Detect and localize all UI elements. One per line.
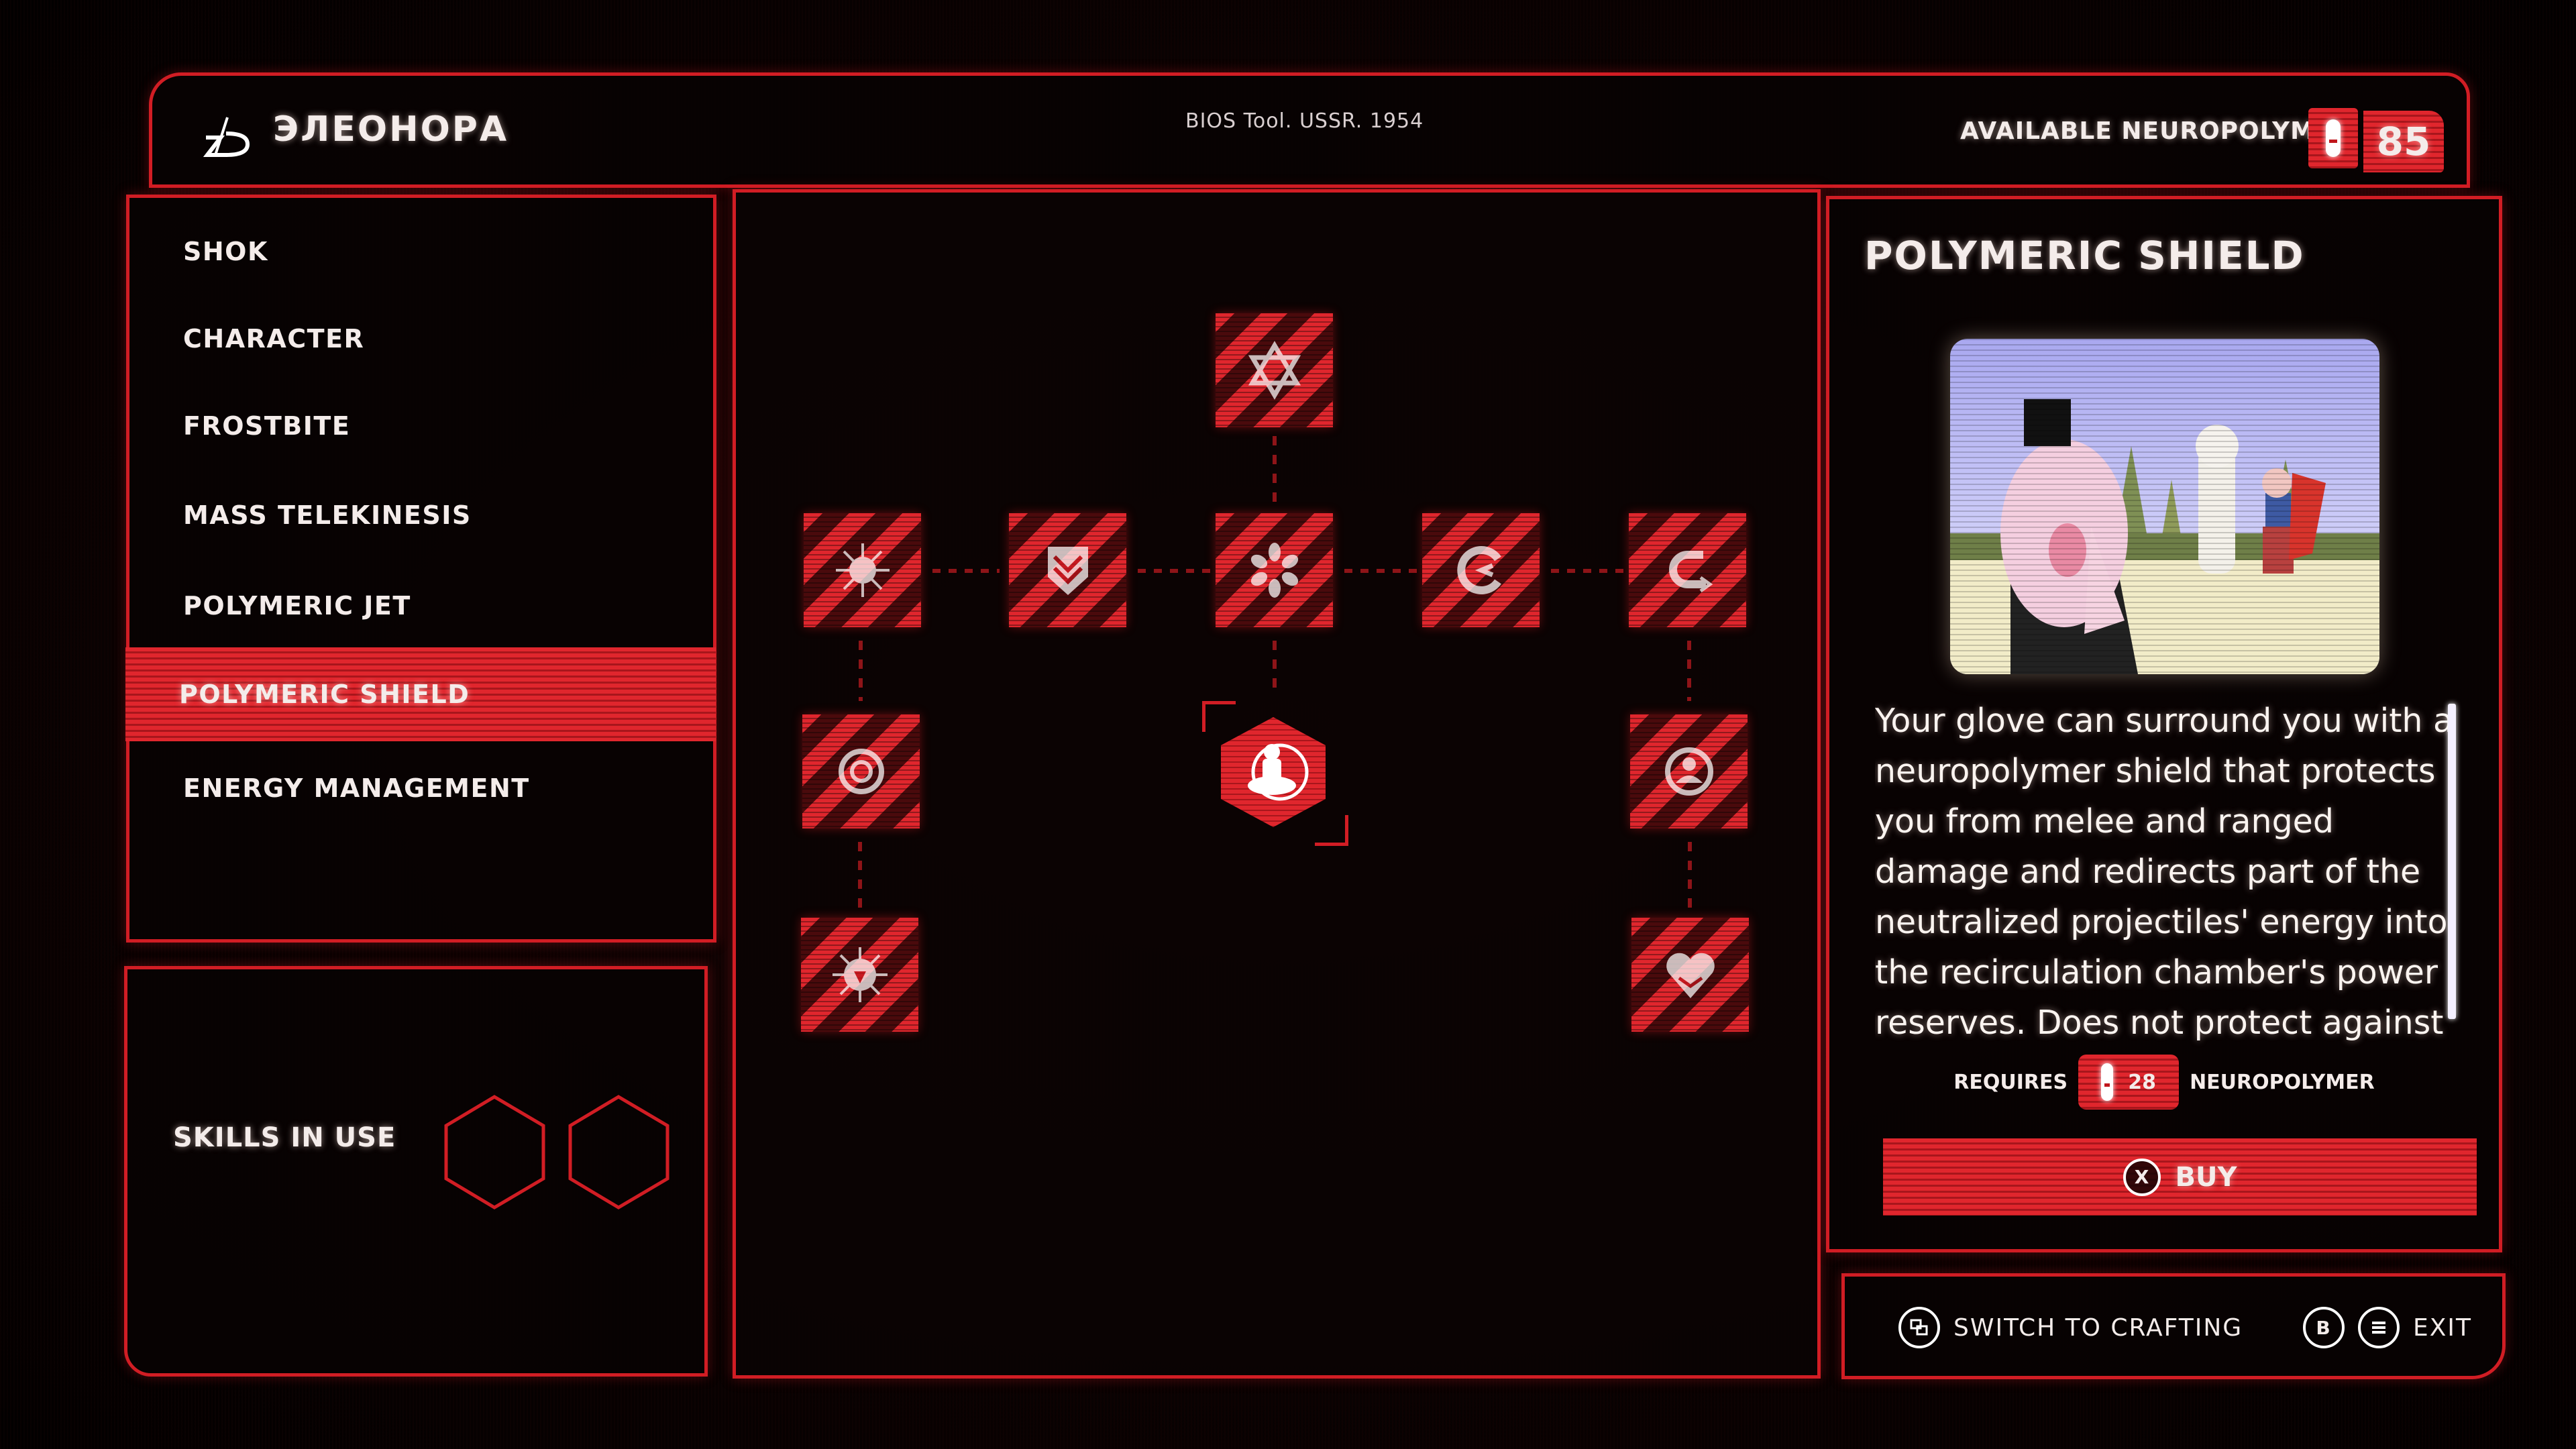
tree-connector (1138, 569, 1210, 573)
cartoon-illustration (1950, 339, 2379, 674)
snowflake-icon (1250, 543, 1298, 598)
menu-item-character[interactable]: CHARACTER (129, 295, 713, 382)
tree-connector (1687, 641, 1691, 701)
shield-chevron-icon (1047, 547, 1088, 595)
menu-item-label: ENERGY MANAGEMENT (183, 773, 530, 803)
b-button-icon: B (2303, 1307, 2345, 1348)
selection-bracket (1315, 815, 1348, 846)
skill-slot-1[interactable] (443, 1093, 547, 1211)
skill-node-r1c2[interactable] (1009, 513, 1126, 627)
menu-item-label: FROSTBITE (183, 411, 351, 441)
menu-item-energy-management[interactable]: ENERGY MANAGEMENT (129, 745, 713, 832)
neuropolymer-vial-icon (2101, 1063, 2114, 1101)
skill-title: POLYMERIC SHIELD (1864, 233, 2305, 278)
skill-node-r1c4[interactable] (1422, 513, 1540, 627)
menu-button-icon (2358, 1307, 2400, 1348)
skill-node-r2c1[interactable] (802, 714, 920, 828)
skill-node-r3c1[interactable] (801, 918, 918, 1032)
menu-item-label: SHOK (183, 237, 268, 266)
neuropolymer-badge (2308, 108, 2358, 168)
skill-node-r2c5[interactable] (1630, 714, 1748, 828)
buy-button[interactable]: X BUY (1883, 1138, 2477, 1216)
tree-connector (932, 569, 1000, 573)
spiked-burst-icon (832, 947, 888, 1002)
neuropolymer-label: AVAILABLE NEUROPOLYMER (1960, 117, 2352, 145)
tree-connector (1688, 842, 1692, 909)
skill-node-r1c3[interactable] (1216, 513, 1333, 627)
description-scrollbar[interactable] (2448, 704, 2456, 1019)
menu-item-shok[interactable]: SHOK (129, 208, 713, 295)
requires-cost-badge: 28 (2078, 1055, 2180, 1110)
switch-to-crafting-label: SWITCH TO CRAFTING (1953, 1313, 2243, 1342)
menu-item-frostbite[interactable]: FROSTBITE (129, 382, 713, 470)
tree-connector (1551, 569, 1623, 573)
buy-label: BUY (2175, 1161, 2237, 1193)
cycle-arrow-icon (1668, 551, 1713, 593)
star-of-david-icon (1248, 341, 1301, 400)
orbit-icon (838, 749, 884, 794)
eleonora-logo-icon (203, 117, 250, 157)
tree-connector (1273, 436, 1277, 510)
recirculate-icon (1456, 546, 1501, 594)
tree-connector (858, 842, 862, 909)
selection-bracket (1202, 701, 1236, 732)
x-button-icon: X (2123, 1158, 2161, 1196)
neuropolymer-count: 85 (2363, 111, 2444, 172)
menu-item-mass-telekinesis[interactable]: MASS TELEKINESIS (129, 472, 713, 559)
skill-category-menu: SHOK CHARACTER FROSTBITE MASS TELEKINESI… (125, 195, 716, 943)
menu-item-label: MASS TELEKINESIS (183, 500, 472, 530)
skills-in-use-panel: SKILLS IN USE (124, 966, 708, 1377)
tree-connector (1344, 569, 1417, 573)
app-title: ЭЛЕОНОРА (273, 109, 509, 150)
menu-item-label: CHARACTER (183, 324, 365, 354)
tree-connector (1273, 641, 1277, 694)
control-hints-panel: SWITCH TO CRAFTING B EXIT (1841, 1273, 2506, 1379)
menu-item-label: POLYMERIC JET (183, 591, 411, 621)
neuropolymer-vial-icon (2326, 119, 2341, 157)
skills-in-use-label: SKILLS IN USE (173, 1122, 396, 1153)
requires-label: REQUIRES (1953, 1070, 2068, 1094)
requirement-row: REQUIRES 28 NEUROPOLYMER (1829, 1055, 2499, 1110)
tree-connector (859, 641, 863, 701)
skill-slot-2[interactable] (567, 1093, 671, 1211)
guard-circle-icon (1664, 747, 1713, 796)
requires-unit: NEUROPOLYMER (2190, 1070, 2375, 1094)
header-bar: ЭЛЕОНОРА BIOS Tool. USSR. 1954 AVAILABLE… (149, 72, 2470, 188)
menu-item-label: POLYMERIC SHIELD (179, 680, 470, 709)
skill-node-r3c5[interactable] (1631, 918, 1749, 1032)
heart-icon (1666, 953, 1715, 998)
skill-node-r1c5[interactable] (1629, 513, 1746, 627)
app-subtitle: BIOS Tool. USSR. 1954 (1185, 109, 1424, 133)
requires-amount: 28 (2128, 1070, 2156, 1094)
exit-button[interactable]: B EXIT (2303, 1307, 2472, 1348)
skill-node-top[interactable] (1216, 313, 1333, 427)
view-button-icon (1898, 1307, 1940, 1348)
menu-item-polymeric-shield[interactable]: POLYMERIC SHIELD (125, 647, 716, 741)
sun-burst-icon (835, 543, 890, 597)
menu-item-polymeric-jet[interactable]: POLYMERIC JET (129, 562, 713, 649)
exit-label: EXIT (2413, 1313, 2473, 1342)
skill-node-r1c1[interactable] (804, 513, 921, 627)
switch-to-crafting-button[interactable]: SWITCH TO CRAFTING (1898, 1307, 2243, 1348)
skill-illustration (1950, 339, 2379, 674)
skill-detail-panel: POLYMERIC SHIELD Your glove can surround… (1826, 196, 2502, 1252)
